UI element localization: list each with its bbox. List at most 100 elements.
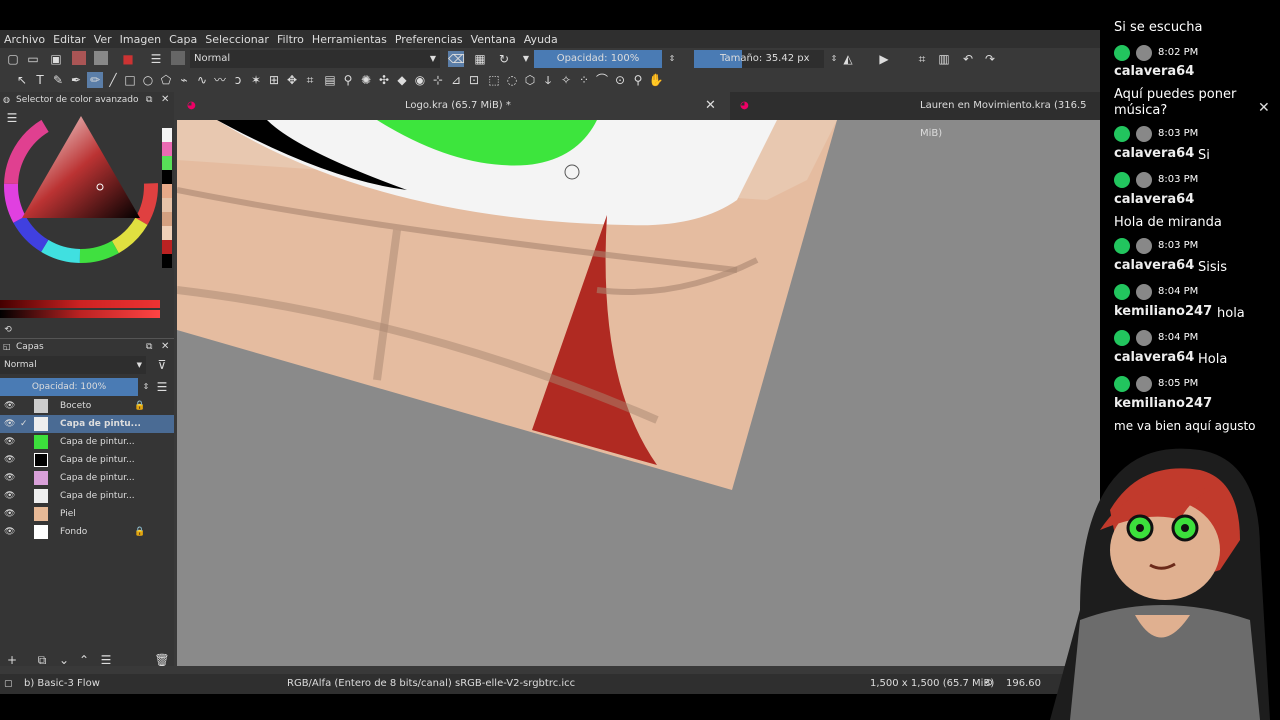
reload-icon[interactable]: ↻: [496, 51, 512, 67]
polygon-tool-icon[interactable]: ⬠: [158, 72, 174, 88]
filter-icon[interactable]: ⊽: [154, 357, 170, 373]
rectangle-tool-icon[interactable]: □: [122, 72, 138, 88]
lock-icon[interactable]: 🔒: [134, 523, 145, 541]
tab-lauren[interactable]: ◕ Lauren en Movimiento.kra (316.5 MiB): [730, 92, 1100, 139]
chevron-down-icon[interactable]: ▼: [518, 51, 534, 67]
polyline-tool-icon[interactable]: ⌁: [176, 72, 192, 88]
layer-row[interactable]: 👁 Boceto 🔒: [0, 397, 174, 415]
gradient-tool-icon[interactable]: ▤: [322, 72, 338, 88]
layer-blend-mode-select[interactable]: Normal ▼: [0, 356, 146, 374]
move-down-icon[interactable]: ⌄: [56, 652, 72, 668]
redo-icon[interactable]: ↷: [982, 51, 998, 67]
layer-opacity-slider[interactable]: Opacidad: 100%: [0, 378, 138, 396]
undo-icon[interactable]: ↶: [960, 51, 976, 67]
new-file-icon[interactable]: ▢: [5, 51, 21, 67]
properties-icon[interactable]: ☰: [98, 652, 114, 668]
layer-row[interactable]: 👁 Capa de pintur...: [0, 487, 174, 505]
zoom-level[interactable]: 196.60: [1006, 674, 1041, 694]
layer-row[interactable]: 👁 ✓ Capa de pintu...: [0, 415, 174, 433]
menu-capa[interactable]: Capa: [169, 33, 197, 46]
color-history[interactable]: [162, 128, 172, 278]
multibrush-icon[interactable]: ✶: [248, 72, 264, 88]
similar-select-icon[interactable]: ⁘: [576, 72, 592, 88]
ellipse-select-icon[interactable]: ◌: [504, 72, 520, 88]
pan-tool-icon[interactable]: ✋: [648, 72, 664, 88]
save-icon[interactable]: ▣: [48, 51, 64, 67]
brush-tool-icon[interactable]: ✏: [87, 72, 103, 88]
freehand-path-icon[interactable]: 〰: [212, 72, 228, 88]
open-file-icon[interactable]: ▭: [25, 51, 41, 67]
bezier-select-icon[interactable]: ⌒: [594, 72, 610, 88]
alpha-lock-icon[interactable]: ▦: [472, 51, 488, 67]
enclose-fill-icon[interactable]: ◉: [412, 72, 428, 88]
menu-preferencias[interactable]: Preferencias: [395, 33, 463, 46]
color-picker-icon[interactable]: ⚲: [340, 72, 356, 88]
magnetic-select-icon[interactable]: ⊙: [612, 72, 628, 88]
lock-icon[interactable]: 🔒: [134, 397, 145, 415]
select-tool-icon[interactable]: ↖: [14, 72, 30, 88]
colorize-mask-icon[interactable]: ✣: [376, 72, 392, 88]
artwork-canvas[interactable]: [177, 120, 1100, 660]
layer-row[interactable]: 👁 Capa de pintur...: [0, 433, 174, 451]
smart-patch-icon[interactable]: ✺: [358, 72, 374, 88]
assistant-tool-icon[interactable]: ⊹: [430, 72, 446, 88]
brush-preset-icon[interactable]: [171, 51, 185, 65]
fill-tool-icon[interactable]: ◆: [394, 72, 410, 88]
layer-row[interactable]: 👁 Piel: [0, 505, 174, 523]
visible-icon[interactable]: 👁: [4, 523, 15, 541]
canvas-area[interactable]: ◕ Logo.kra (65.7 MiB) * ✕ ◕ Lauren en Mo…: [177, 92, 1100, 666]
rect-select-icon[interactable]: ⬚: [486, 72, 502, 88]
text-tool-icon[interactable]: T: [32, 72, 48, 88]
visible-icon[interactable]: 👁: [4, 451, 15, 469]
layer-row[interactable]: 👁 Capa de pintur...: [0, 451, 174, 469]
float-icon[interactable]: ⧉: [146, 339, 152, 355]
spin-icon[interactable]: ⇕: [664, 51, 680, 67]
wrap-icon[interactable]: ▥: [936, 51, 952, 67]
color-swap-icon[interactable]: ■: [120, 51, 136, 67]
menu-filtro[interactable]: Filtro: [277, 33, 304, 46]
close-icon[interactable]: ✕: [1258, 100, 1270, 116]
color-wheel[interactable]: [0, 106, 174, 306]
visible-icon[interactable]: 👁: [4, 505, 15, 523]
rotation-icon[interactable]: ⟲: [984, 674, 992, 694]
close-icon[interactable]: ✕: [705, 92, 716, 120]
menu-editar[interactable]: Editar: [53, 33, 86, 46]
crop-tool-icon[interactable]: ⌗: [302, 72, 318, 88]
menu-seleccionar[interactable]: Seleccionar: [205, 33, 269, 46]
move-up-icon[interactable]: ⌃: [76, 652, 92, 668]
visible-icon[interactable]: 👁: [4, 433, 15, 451]
visible-icon[interactable]: 👁: [4, 397, 15, 415]
close-icon[interactable]: ✕: [161, 339, 169, 355]
visible-icon[interactable]: 👁: [4, 469, 15, 487]
menu-herramientas[interactable]: Herramientas: [312, 33, 387, 46]
eraser-icon[interactable]: ⌫: [448, 51, 465, 67]
delete-layer-icon[interactable]: 🗑: [154, 652, 170, 668]
value-slider[interactable]: [0, 310, 160, 318]
contiguous-select-icon[interactable]: ✧: [558, 72, 574, 88]
menu-archivo[interactable]: Archivo: [4, 33, 45, 46]
transform-tool-icon[interactable]: ⊞: [266, 72, 282, 88]
tab-logo[interactable]: ◕ Logo.kra (65.7 MiB) * ✕: [177, 92, 730, 120]
size-slider[interactable]: Tamaño: 35.42 px: [694, 50, 824, 68]
duplicate-layer-icon[interactable]: ⧉: [34, 652, 50, 668]
move-tool-icon[interactable]: ✥: [284, 72, 300, 88]
edit-shapes-icon[interactable]: ✎: [50, 72, 66, 88]
line-tool-icon[interactable]: ╱: [105, 72, 121, 88]
brush-settings-icon[interactable]: ☰: [148, 51, 164, 67]
crop-icon[interactable]: ⌗: [914, 51, 930, 67]
menu-icon[interactable]: ☰: [154, 379, 170, 395]
blend-mode-select[interactable]: Normal ▼: [190, 50, 440, 68]
dynamic-brush-icon[interactable]: ↄ: [230, 72, 246, 88]
zoom-tool-icon[interactable]: ⚲: [630, 72, 646, 88]
pattern-icon[interactable]: [94, 51, 108, 65]
menu-ver[interactable]: Ver: [94, 33, 112, 46]
refresh-icon[interactable]: ⟲: [0, 322, 16, 338]
freehand-select-icon[interactable]: ↆ: [540, 72, 556, 88]
polygon-select-icon[interactable]: ⬡: [522, 72, 538, 88]
spin-icon[interactable]: ⇕: [138, 379, 154, 395]
mirror-horizontal-icon[interactable]: ◭: [840, 51, 856, 67]
layer-row[interactable]: 👁 Capa de pintur...: [0, 469, 174, 487]
menu-ventana[interactable]: Ventana: [471, 33, 516, 46]
measure-tool-icon[interactable]: ⊿: [448, 72, 464, 88]
layer-row[interactable]: 👁 Fondo 🔒: [0, 523, 174, 541]
